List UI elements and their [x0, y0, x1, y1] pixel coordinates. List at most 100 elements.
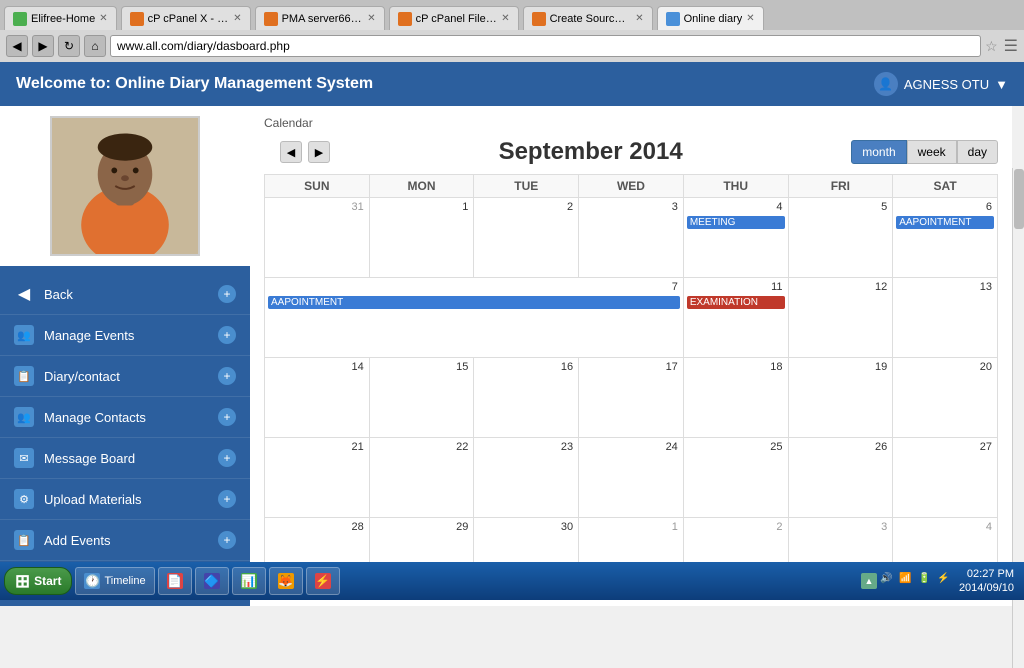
app-header: Welcome to: Online Diary Management Syst…	[0, 62, 1024, 106]
sidebar-item-back[interactable]: ◀ Back +	[0, 274, 250, 315]
tab-label: cP cPanel X - MySQ	[148, 13, 230, 25]
system-tray: ▲ 🔊 📶 🔋 ⚡ 02:27 PM 2014/09/10	[855, 567, 1020, 596]
sidebar-item-message-board[interactable]: ✉ Message Board +	[0, 438, 250, 479]
cal-cell[interactable]: 25	[683, 438, 788, 518]
cal-cell[interactable]: 16	[474, 358, 579, 438]
nav-arrow-message-board: +	[218, 449, 236, 467]
cal-cell[interactable]: 3	[579, 198, 684, 278]
browser-tab-tab6[interactable]: Online diary ✕	[657, 6, 764, 30]
tray-icon-4: 🔋	[918, 573, 934, 589]
cal-cell[interactable]: 31	[265, 198, 370, 278]
cal-header-wed: WED	[579, 175, 684, 198]
cal-cell[interactable]: 26	[788, 438, 893, 518]
nav-arrow-manage-contacts: +	[218, 408, 236, 426]
forward-button[interactable]: ▶	[32, 35, 54, 57]
cal-cell[interactable]: 18	[683, 358, 788, 438]
event-badge[interactable]: AAPOINTMENT	[268, 296, 680, 309]
browser-tab-tab1[interactable]: Elifree-Home ✕	[4, 6, 117, 30]
calendar-grid: SUNMONTUEWEDTHUFRISAT311234MEETING56AAPO…	[264, 174, 998, 598]
taskbar-item-5[interactable]: ⚡	[306, 567, 340, 595]
cal-cell[interactable]: 13	[893, 278, 998, 358]
sidebar-item-add-events[interactable]: 📋 Add Events +	[0, 520, 250, 561]
taskbar-icon-2: 🔷	[204, 573, 220, 589]
tab-close-icon[interactable]: ✕	[233, 13, 241, 24]
bookmark-star[interactable]: ☆	[985, 38, 998, 55]
cal-view-btn-week[interactable]: week	[907, 140, 957, 164]
taskbar-item-0[interactable]: 🕐 Timeline	[75, 567, 154, 595]
start-button[interactable]: ⊞ Start	[4, 567, 72, 595]
clock-date: 2014/09/10	[959, 581, 1014, 595]
home-button[interactable]: ⌂	[84, 35, 106, 57]
cal-header-sat: SAT	[893, 175, 998, 198]
nav-label-message-board: Message Board	[44, 451, 218, 466]
clock-time: 02:27 PM	[959, 567, 1014, 581]
url-bar[interactable]	[110, 35, 981, 57]
nav-label-upload-materials: Upload Materials	[44, 492, 218, 507]
cal-cell[interactable]: 6 AAPOINTMENT	[893, 198, 998, 278]
tab-close-icon[interactable]: ✕	[367, 13, 375, 24]
nav-arrow-add-events: +	[218, 531, 236, 549]
cal-header-mon: MON	[369, 175, 474, 198]
tab-close-icon[interactable]: ✕	[501, 13, 509, 24]
cal-view-buttons: monthweekday	[851, 140, 998, 164]
sidebar-item-manage-events[interactable]: 👥 Manage Events +	[0, 315, 250, 356]
day-number: 6	[896, 200, 994, 214]
tab-close-icon[interactable]: ✕	[635, 13, 643, 24]
cal-cell[interactable]: 23	[474, 438, 579, 518]
calendar-nav: ◀ ▶	[280, 141, 330, 163]
cal-next-button[interactable]: ▶	[308, 141, 330, 163]
cal-cell[interactable]: 27	[893, 438, 998, 518]
cal-prev-button[interactable]: ◀	[280, 141, 302, 163]
nav-arrow-back: +	[218, 285, 236, 303]
cal-cell[interactable]: 5	[788, 198, 893, 278]
event-badge[interactable]: MEETING	[687, 216, 785, 229]
menu-button[interactable]: ☰	[1004, 36, 1018, 56]
user-menu[interactable]: 👤 AGNESS OTU ▼	[874, 72, 1008, 96]
day-number: 18	[687, 360, 785, 374]
cal-cell[interactable]: 7AAPOINTMENT	[265, 278, 684, 358]
back-button[interactable]: ◀	[6, 35, 28, 57]
cal-view-btn-day[interactable]: day	[957, 140, 998, 164]
reload-button[interactable]: ↻	[58, 35, 80, 57]
cal-cell[interactable]: 22	[369, 438, 474, 518]
tab-close-icon[interactable]: ✕	[746, 13, 754, 24]
browser-tab-tab3[interactable]: PMA server666.domai ✕	[255, 6, 385, 30]
taskbar-item-4[interactable]: 🦊	[269, 567, 303, 595]
event-badge[interactable]: AAPOINTMENT	[896, 216, 994, 229]
cal-cell[interactable]: 14	[265, 358, 370, 438]
cal-cell[interactable]: 19	[788, 358, 893, 438]
day-number: 1	[373, 200, 471, 214]
cal-cell[interactable]: 2	[474, 198, 579, 278]
cal-header-sun: SUN	[265, 175, 370, 198]
cal-cell[interactable]: 17	[579, 358, 684, 438]
cal-cell[interactable]: 24	[579, 438, 684, 518]
sidebar-item-upload-materials[interactable]: ⚙ Upload Materials +	[0, 479, 250, 520]
nav-icon-diary-contact: 📋	[14, 366, 34, 386]
day-number: 31	[268, 200, 366, 214]
taskbar-item-1[interactable]: 📄	[158, 567, 192, 595]
day-number: 1	[582, 520, 680, 534]
taskbar-item-3[interactable]: 📊	[232, 567, 266, 595]
browser-tab-tab2[interactable]: cP cPanel X - MySQ ✕	[121, 6, 251, 30]
sidebar-item-diary-contact[interactable]: 📋 Diary/contact +	[0, 356, 250, 397]
cal-cell[interactable]: 11EXAMINATION	[683, 278, 788, 358]
cal-cell[interactable]: 20	[893, 358, 998, 438]
cal-cell[interactable]: 4 MEETING	[683, 198, 788, 278]
taskbar-item-2[interactable]: 🔷	[195, 567, 229, 595]
browser-tab-tab5[interactable]: Create Source Co... ✕	[523, 6, 653, 30]
scrollbar-thumb[interactable]	[1014, 169, 1024, 229]
sidebar-item-manage-contacts[interactable]: 👥 Manage Contacts +	[0, 397, 250, 438]
day-number: 26	[792, 440, 890, 454]
nav-icon-manage-events: 👥	[14, 325, 34, 345]
cal-cell[interactable]: 21	[265, 438, 370, 518]
day-number: 4	[687, 200, 785, 214]
tab-close-icon[interactable]: ✕	[99, 13, 107, 24]
cal-cell[interactable]: 12	[788, 278, 893, 358]
cal-cell[interactable]: 15	[369, 358, 474, 438]
event-badge[interactable]: EXAMINATION	[687, 296, 785, 309]
cal-view-btn-month[interactable]: month	[851, 140, 906, 164]
nav-label-add-events: Add Events	[44, 533, 218, 548]
browser-tab-tab4[interactable]: cP cPanel File Mana ✕	[389, 6, 519, 30]
cal-cell[interactable]: 1	[369, 198, 474, 278]
day-number: 4	[896, 520, 994, 534]
